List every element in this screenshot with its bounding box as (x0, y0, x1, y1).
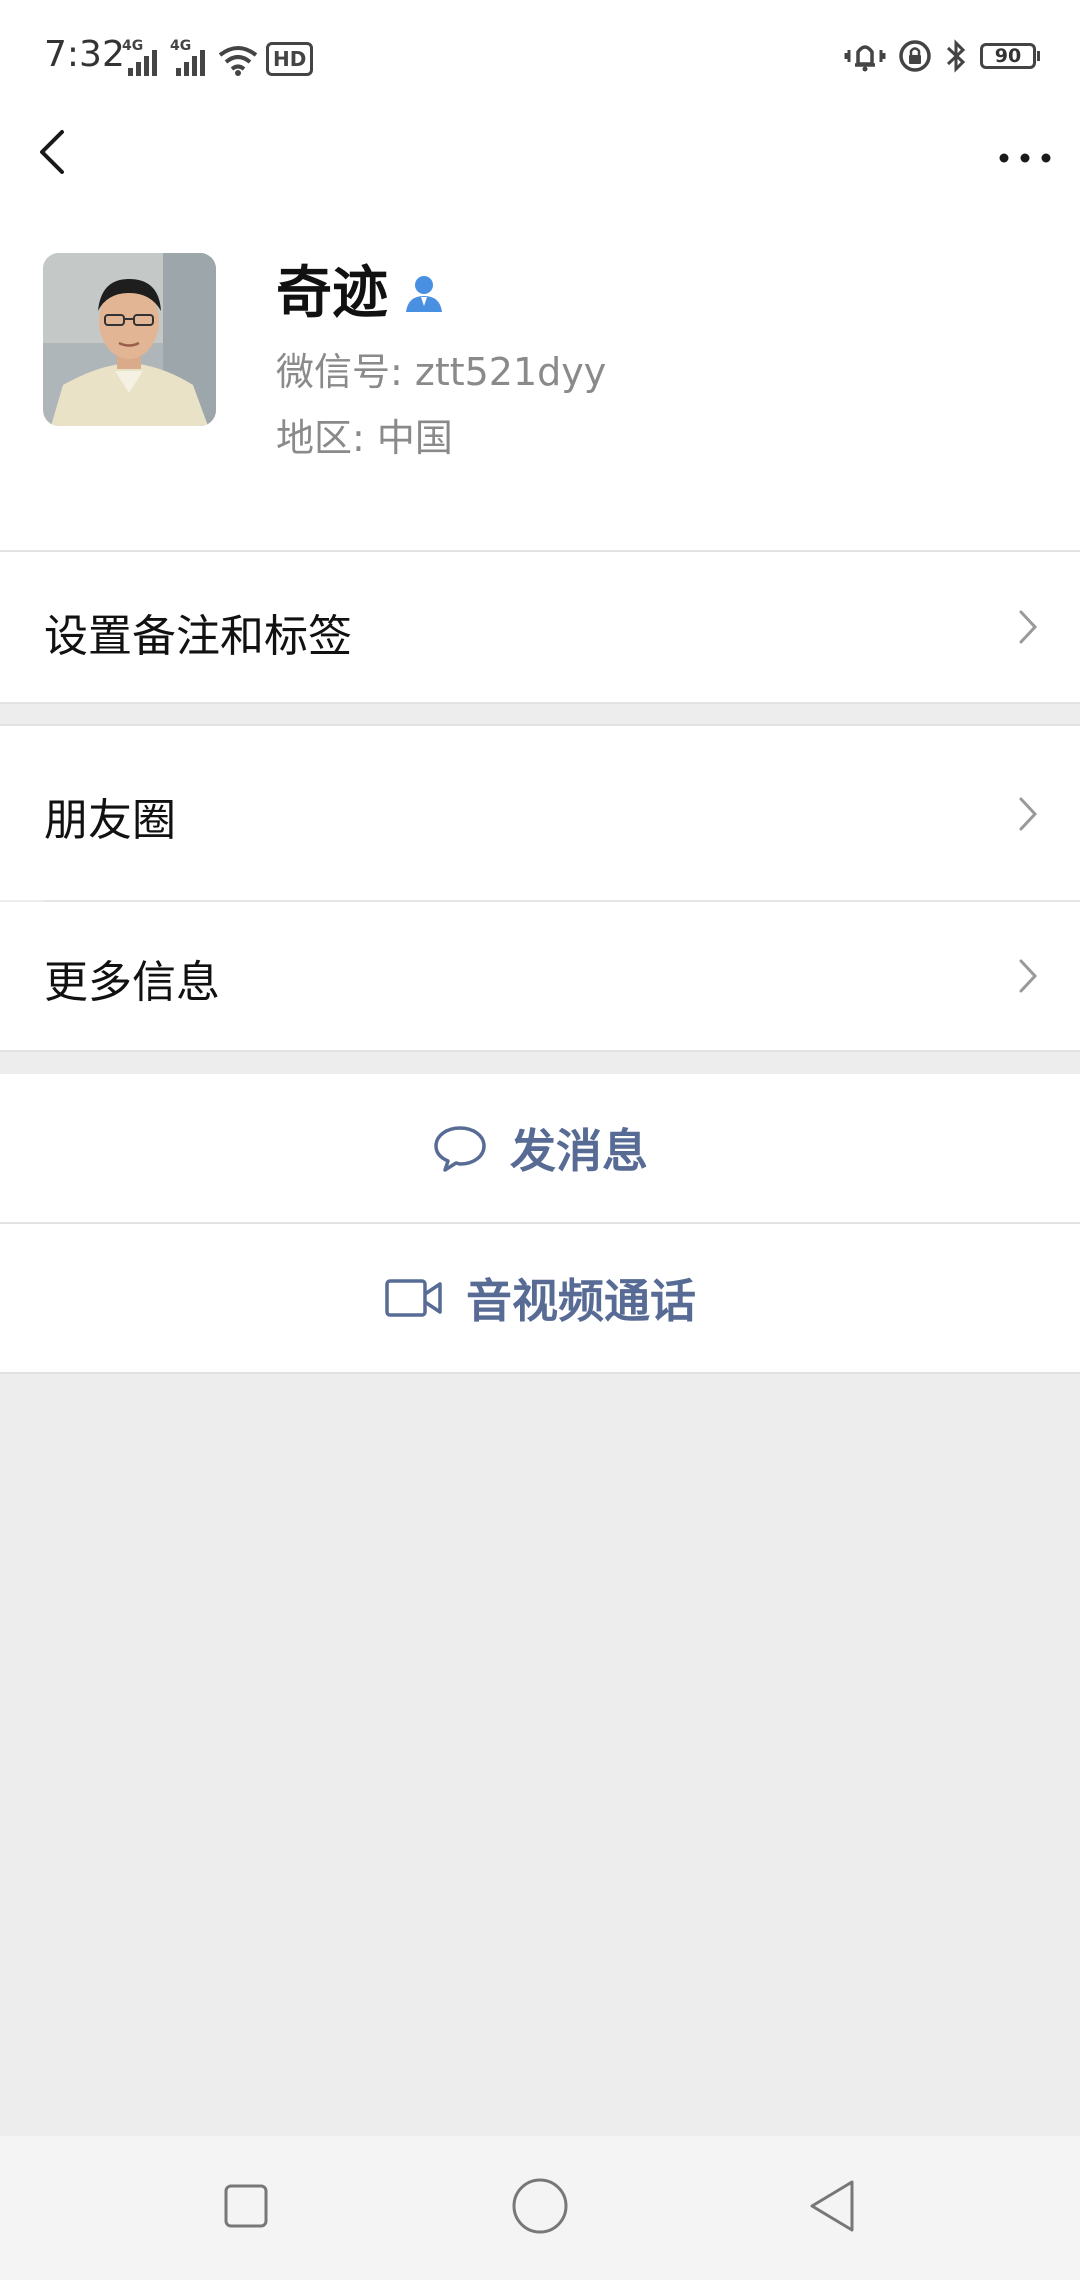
battery-icon: 90 (980, 43, 1040, 69)
video-call-label: 音视频通话 (466, 1274, 696, 1328)
home-button[interactable] (510, 2176, 570, 2240)
vibrate-icon (844, 45, 886, 72)
hd-label: HD (273, 47, 307, 71)
chevron-left-icon (40, 130, 64, 174)
avatar[interactable] (43, 253, 216, 426)
profile-header: 奇迹 微信号: ztt521dyy 地区: 中国 (0, 220, 1080, 550)
chevron-right-icon (1019, 610, 1038, 644)
hd-voice-icon: HD (266, 42, 314, 76)
cell-label: 更多信息 (44, 957, 220, 1008)
status-right-icons: 90 (844, 34, 1040, 78)
more-info-cell[interactable]: 更多信息 (0, 902, 1080, 1050)
moments-cell[interactable]: 朋友圈 (0, 726, 1080, 900)
status-time: 7:32 (44, 34, 125, 75)
circle-icon (512, 2178, 568, 2234)
rotation-lock-icon (899, 40, 931, 72)
wifi-icon (218, 46, 258, 76)
status-left-icons: 4G 4G HD (122, 36, 314, 76)
region: 地区: 中国 (276, 416, 453, 460)
system-nav-bar (0, 2136, 1080, 2280)
status-bar: 7:32 4G 4G HD 90 (0, 0, 1080, 110)
cellular-signal-icon: 4G (122, 38, 162, 76)
chevron-right-icon (1019, 797, 1038, 831)
network-type-label-2: 4G (170, 38, 192, 54)
more-horizontal-icon (999, 153, 1051, 163)
cellular-signal-icon-2: 4G (170, 38, 210, 76)
video-camera-icon (385, 1279, 442, 1317)
battery-level: 90 (994, 45, 1022, 67)
video-call-button[interactable]: 音视频通话 (0, 1224, 1080, 1372)
more-options-button[interactable] (990, 122, 1060, 182)
cell-label: 朋友圈 (44, 795, 176, 846)
person-icon (406, 276, 442, 312)
send-message-button[interactable]: 发消息 (0, 1074, 1080, 1222)
square-icon (224, 2184, 268, 2228)
chat-bubble-icon (434, 1126, 486, 1172)
network-type-label: 4G (122, 38, 144, 54)
profile-name-row: 奇迹 (276, 256, 446, 332)
divider (0, 1372, 1080, 1374)
back-button[interactable] (26, 112, 86, 192)
profile-name: 奇迹 (276, 261, 388, 326)
send-message-label: 发消息 (510, 1124, 648, 1178)
cell-label: 设置备注和标签 (44, 611, 352, 662)
wechat-id: 微信号: ztt521dyy (276, 350, 607, 394)
divider (0, 1050, 1080, 1052)
bluetooth-icon (946, 39, 966, 73)
system-back-button[interactable] (806, 2178, 858, 2238)
chevron-right-icon (1019, 959, 1038, 993)
recent-apps-button[interactable] (222, 2182, 270, 2234)
triangle-back-icon (810, 2180, 854, 2232)
set-remark-tags-cell[interactable]: 设置备注和标签 (0, 552, 1080, 702)
avatar-photo (43, 253, 216, 426)
divider (0, 702, 1080, 704)
